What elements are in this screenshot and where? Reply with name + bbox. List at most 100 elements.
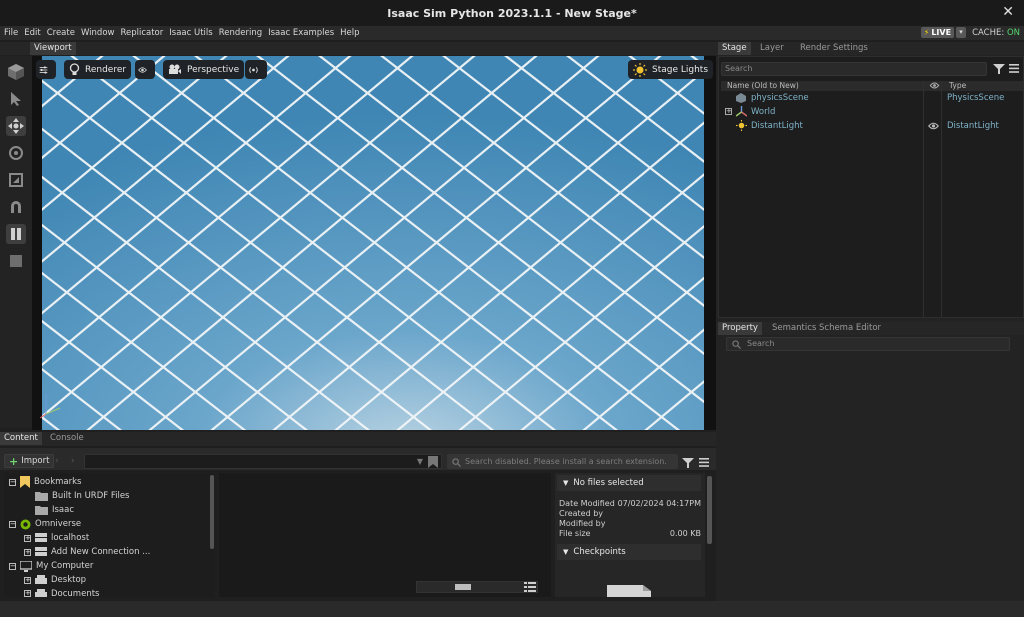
checkpoints-header[interactable]: ▼ Checkpoints: [557, 544, 701, 560]
drive-icon: [35, 589, 47, 597]
tree-item-documents[interactable]: + Documents: [24, 587, 99, 597]
tree-item-isaac[interactable]: Isaac: [35, 503, 74, 517]
file-info-header[interactable]: ▼ No files selected: [557, 475, 701, 491]
collapse-minus-icon[interactable]: −: [9, 478, 16, 486]
tab-property[interactable]: Property: [718, 322, 762, 335]
filter-icon[interactable]: [993, 63, 1005, 75]
rotate-icon[interactable]: [6, 143, 26, 163]
stage-lights-button[interactable]: Stage Lights: [628, 60, 714, 79]
physics-scene-icon: [736, 93, 746, 103]
tree-item-omniverse[interactable]: − Omniverse: [9, 517, 81, 531]
tree-item-add-new-connection[interactable]: + Add New Connection ...: [24, 545, 150, 559]
menu-edit[interactable]: Edit: [24, 28, 40, 38]
info-scrollbar[interactable]: [707, 476, 712, 544]
collapse-minus-icon[interactable]: −: [9, 520, 16, 528]
expand-plus-icon[interactable]: +: [24, 548, 31, 556]
menu-replicator[interactable]: Replicator: [120, 28, 163, 38]
scale-icon[interactable]: [6, 170, 26, 190]
date-modified-row: Date Modified 07/02/2024 04:17PM: [559, 499, 701, 509]
content-search-input[interactable]: Search disabled. Please install a search…: [447, 454, 678, 469]
close-icon[interactable]: ✕: [1002, 4, 1014, 20]
tree-item-my-computer[interactable]: − My Computer: [9, 559, 93, 573]
path-dropdown-chevron-icon[interactable]: ▼: [417, 457, 423, 466]
collapse-minus-icon[interactable]: −: [9, 562, 16, 570]
expand-plus-icon[interactable]: +: [24, 590, 31, 597]
menu-isaac-examples[interactable]: Isaac Examples: [268, 28, 334, 38]
menu-help[interactable]: Help: [340, 28, 359, 38]
snap-magnet-icon[interactable]: [6, 197, 26, 217]
tree-item-desktop[interactable]: + Desktop: [24, 573, 86, 587]
camera-button[interactable]: Perspective: [163, 60, 245, 79]
tree-scrollbar[interactable]: [210, 475, 214, 549]
expand-plus-icon[interactable]: +: [725, 108, 732, 115]
content-toolbar: + Import ‹ › ▼ Search disabled. Please i…: [0, 448, 716, 470]
pause-icon[interactable]: [6, 224, 26, 244]
tree-item-built-in-urdf-files[interactable]: Built In URDF Files: [35, 489, 130, 503]
expand-plus-icon[interactable]: +: [24, 534, 31, 542]
live-button[interactable]: ⚡ LIVE: [920, 27, 955, 38]
thumbnail-size-slider[interactable]: [416, 581, 538, 593]
live-dropdown-chevron-icon[interactable]: ▾: [956, 27, 967, 38]
cache-status: CACHE: ON: [972, 28, 1020, 38]
stage-item-name: DistantLight: [751, 121, 803, 131]
select-arrow-icon[interactable]: [6, 89, 26, 109]
menu-isaac-utils[interactable]: Isaac Utils: [169, 28, 212, 38]
search-icon: [452, 458, 461, 467]
column-name-header[interactable]: Name (Old to New): [727, 81, 799, 90]
tab-semantics-schema-editor[interactable]: Semantics Schema Editor: [768, 322, 885, 335]
tab-stage[interactable]: Stage: [718, 42, 751, 55]
stage-search-input[interactable]: Search: [721, 62, 987, 76]
tab-content[interactable]: Content: [0, 432, 42, 445]
scene-ground-grid[interactable]: [42, 56, 704, 430]
hamburger-menu-icon[interactable]: [699, 458, 709, 467]
tab-console[interactable]: Console: [46, 432, 88, 445]
tab-layer[interactable]: Layer: [756, 42, 788, 55]
tree-item-label: Omniverse: [35, 519, 82, 529]
camera-label: Perspective: [187, 64, 240, 75]
file-size-label: File size: [559, 529, 591, 538]
create-cube-icon[interactable]: [6, 62, 26, 82]
content-browser: + Import ‹ › ▼ Search disabled. Please i…: [0, 446, 716, 598]
audio-button[interactable]: [245, 60, 267, 79]
property-search-input[interactable]: Search: [726, 337, 1010, 351]
stage-item-distantlight[interactable]: DistantLight DistantLight: [719, 119, 1021, 133]
expand-plus-icon[interactable]: +: [24, 576, 31, 584]
stage-item-physicsscene[interactable]: physicsScene PhysicsScene: [719, 91, 1021, 105]
grid-view-icon[interactable]: [524, 582, 536, 592]
hamburger-menu-icon[interactable]: [1009, 64, 1019, 73]
tree-item-bookmarks[interactable]: − Bookmarks: [9, 475, 82, 489]
file-grid[interactable]: [219, 473, 551, 597]
lightning-icon: ⚡: [923, 28, 930, 37]
move-icon[interactable]: [6, 116, 26, 136]
back-arrow-icon[interactable]: ‹: [55, 456, 59, 466]
bookmark-icon[interactable]: [428, 456, 438, 468]
checkpoints-label: Checkpoints: [573, 547, 626, 557]
menu-create[interactable]: Create: [47, 28, 75, 38]
tab-viewport[interactable]: Viewport: [30, 42, 76, 55]
sun-icon: [633, 62, 647, 77]
column-type-header[interactable]: Type: [949, 81, 966, 90]
stop-icon[interactable]: [6, 251, 26, 271]
viewport[interactable]: Renderer Perspective Stage Lights: [32, 56, 716, 430]
slider-handle[interactable]: [455, 584, 471, 590]
menu-rendering[interactable]: Rendering: [219, 28, 262, 38]
menu-window[interactable]: Window: [81, 28, 115, 38]
tree-item-label: Built In URDF Files: [52, 491, 130, 501]
stage-item-world[interactable]: + World: [719, 105, 1021, 119]
display-options-button[interactable]: [135, 60, 155, 79]
tab-render-settings[interactable]: Render Settings: [796, 42, 872, 55]
tree-item-localhost[interactable]: + localhost: [24, 531, 89, 545]
renderer-label: Renderer: [85, 64, 127, 75]
import-button[interactable]: + Import: [4, 454, 55, 468]
menu-file[interactable]: File: [4, 28, 18, 38]
light-icon: [736, 120, 747, 131]
created-by-label: Created by: [559, 509, 604, 518]
camera-icon: [169, 64, 181, 74]
path-input[interactable]: ▼: [84, 454, 442, 469]
filter-icon[interactable]: [682, 457, 694, 469]
forward-arrow-icon[interactable]: ›: [71, 456, 75, 466]
renderer-button[interactable]: Renderer: [64, 60, 132, 79]
visibility-eye-icon[interactable]: [928, 122, 939, 130]
viewport-settings-button[interactable]: [36, 60, 56, 79]
tree-item-label: localhost: [51, 533, 90, 543]
